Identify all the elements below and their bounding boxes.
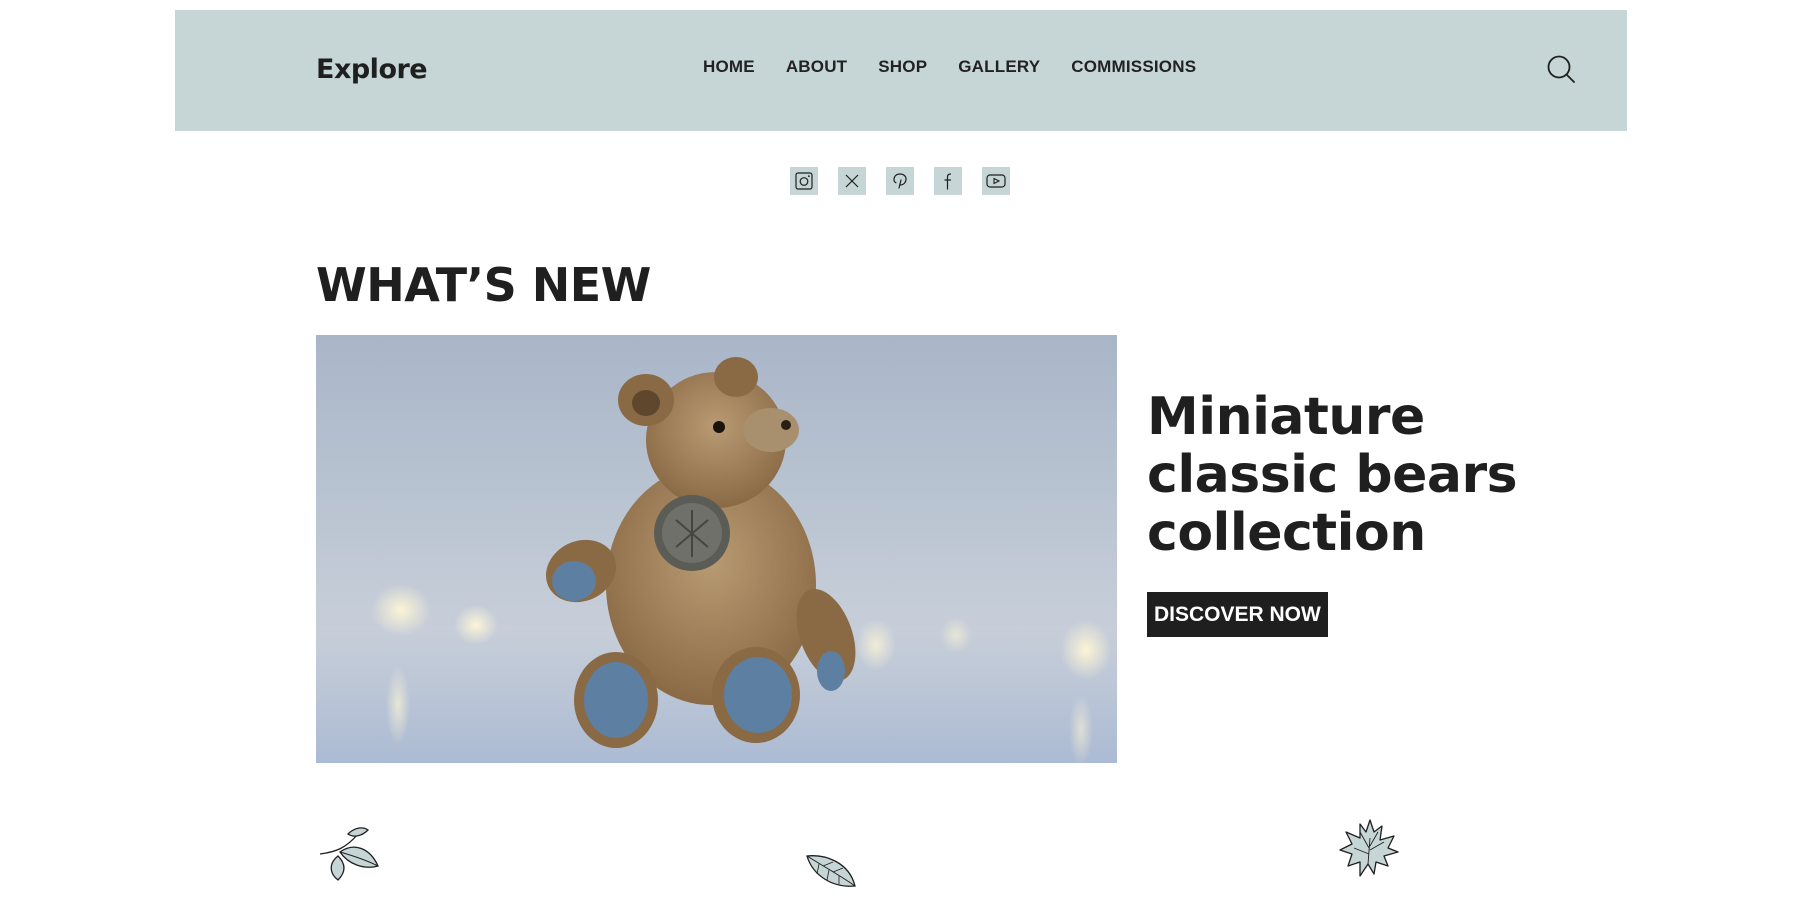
page: Explore HOME ABOUT SHOP GALLERY COMMISSI… xyxy=(0,0,1800,900)
maple-leaf-icon xyxy=(1338,818,1400,883)
social-links xyxy=(790,167,1010,195)
section-title: WHAT’S NEW xyxy=(316,258,651,312)
youtube-icon[interactable] xyxy=(982,167,1010,195)
featured-heading: Miniature classic bears collection xyxy=(1147,387,1518,563)
discover-now-button[interactable]: DISCOVER NOW xyxy=(1147,592,1328,637)
site-header: Explore HOME ABOUT SHOP GALLERY COMMISSI… xyxy=(175,10,1627,131)
nav-about[interactable]: ABOUT xyxy=(786,57,847,77)
nav-gallery[interactable]: GALLERY xyxy=(958,57,1040,77)
leaf-sprig-icon xyxy=(318,826,382,887)
nav-shop[interactable]: SHOP xyxy=(878,57,927,77)
nav-commissions[interactable]: COMMISSIONS xyxy=(1071,57,1196,77)
pinterest-icon[interactable] xyxy=(886,167,914,195)
nav-home[interactable]: HOME xyxy=(703,57,755,77)
search-icon[interactable] xyxy=(1545,53,1577,85)
x-icon[interactable] xyxy=(838,167,866,195)
main-nav: HOME ABOUT SHOP GALLERY COMMISSIONS xyxy=(703,57,1196,77)
leaf-icon xyxy=(805,852,857,895)
instagram-icon[interactable] xyxy=(790,167,818,195)
facebook-icon[interactable] xyxy=(934,167,962,195)
teddy-bear-photo[interactable] xyxy=(316,335,1117,763)
site-logo[interactable]: Explore xyxy=(316,54,428,85)
